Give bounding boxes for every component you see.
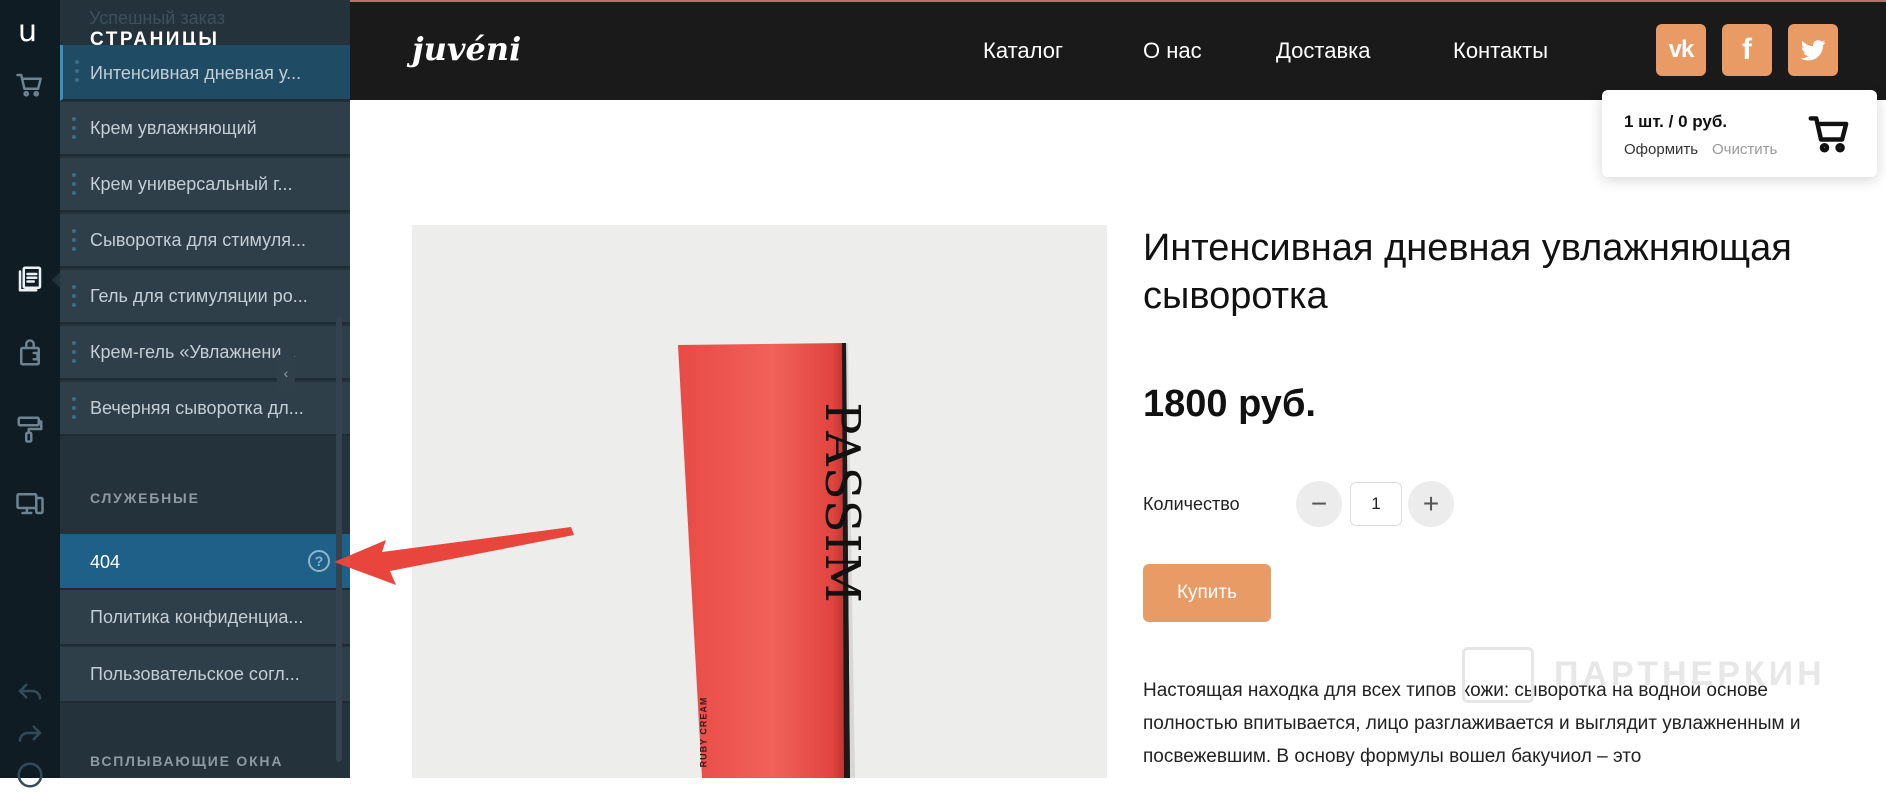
drag-handle-icon[interactable] — [72, 229, 76, 251]
devices-icon[interactable] — [13, 486, 47, 520]
watermark-logo-icon — [1462, 647, 1534, 703]
nav-link-about[interactable]: О нас — [1143, 38, 1202, 64]
nav-link-delivery[interactable]: Доставка — [1276, 38, 1370, 64]
pages-panel: Успешный заказ СТРАНИЦЫ Интенсивная днев… — [60, 0, 350, 778]
design-roller-icon[interactable] — [13, 412, 47, 446]
drag-handle-icon[interactable] — [72, 397, 76, 419]
page-item[interactable]: Интенсивная дневная у... — [60, 45, 350, 101]
facebook-glyph: f — [1742, 33, 1752, 66]
cart-icon[interactable] — [1808, 112, 1852, 156]
product-title: Интенсивная дневная увлажняющая сыворотк… — [1143, 227, 1792, 317]
popups-heading: ВСПЛЫВАЮЩИЕ ОКНА — [90, 753, 284, 769]
drag-handle-icon[interactable] — [72, 173, 76, 195]
page-item-label: Политика конфиденциа... — [90, 607, 304, 627]
vk-glyph: vk — [1668, 36, 1695, 63]
page-item-label: Вечерняя сыворотка дл... — [90, 398, 304, 418]
quantity-label: Количество — [1143, 494, 1240, 514]
page-item[interactable]: Сыворотка для стимуля... — [60, 214, 350, 268]
page-item-privacy[interactable]: Политика конфиденциа... — [60, 590, 350, 646]
page-item-label: Крем универсальный г... — [90, 174, 293, 194]
page-item-404[interactable]: 404 ? — [60, 534, 350, 590]
cart-checkout-link[interactable]: Оформить — [1624, 141, 1698, 158]
editor-icon-rail: u — [0, 0, 60, 788]
page-item-label: Пользовательское согл... — [90, 664, 300, 684]
redo-icon[interactable] — [13, 716, 47, 750]
page-item-label: Гель для стимуляции ро... — [90, 286, 308, 306]
collapse-panel-chevron-icon[interactable]: ‹ — [277, 355, 295, 391]
service-pages-heading: СЛУЖЕБНЫЕ — [90, 490, 200, 506]
tube-brand-text: PASSIM — [814, 402, 870, 604]
drag-handle-icon[interactable] — [75, 60, 79, 82]
cart-icon[interactable] — [13, 68, 47, 102]
page-item-label: 404 — [90, 552, 121, 572]
twitter-icon[interactable] — [1788, 24, 1838, 76]
page-item-success-order[interactable]: Успешный заказ — [89, 8, 225, 29]
product-tube-illustration — [678, 343, 855, 778]
page-item[interactable]: Вечерняя сыворотка дл... — [60, 382, 350, 436]
watermark: ПАРТНЕРКИН — [1462, 645, 1862, 705]
page-item[interactable]: Крем увлажняющий — [60, 102, 350, 156]
page-item-terms[interactable]: Пользовательское согл... — [60, 647, 350, 703]
brand-logo[interactable]: juvéni — [412, 30, 521, 68]
drag-handle-icon[interactable] — [72, 117, 76, 139]
nav-link-contacts[interactable]: Контакты — [1453, 38, 1548, 64]
active-section-pointer — [52, 272, 60, 288]
facebook-icon[interactable]: f — [1722, 24, 1772, 76]
page-item-label: Интенсивная дневная у... — [90, 63, 302, 83]
help-icon[interactable] — [13, 758, 47, 792]
cart-clear-link[interactable]: Очистить — [1712, 141, 1777, 158]
cart-widget: 1 шт. / 0 руб. Оформить Очистить — [1602, 90, 1877, 177]
quantity-input[interactable]: 1 — [1350, 482, 1402, 526]
quantity-plus-button[interactable]: + — [1408, 481, 1454, 527]
page-item-label: Крем увлажняющий — [90, 118, 257, 138]
help-circle-icon[interactable]: ? — [308, 550, 330, 572]
product-image[interactable]: PASSIM RUBY CREAM — [412, 225, 1107, 778]
page-item[interactable]: Крем-гель «Увлажнени... — [60, 326, 350, 380]
page-item[interactable]: Крем универсальный г... — [60, 158, 350, 212]
buy-button[interactable]: Купить — [1143, 564, 1271, 622]
site-header: juvéni Каталог О нас Доставка Контакты v… — [350, 0, 1886, 100]
quantity-minus-button[interactable]: − — [1296, 481, 1342, 527]
annotation-arrow — [334, 527, 574, 585]
product-price: 1800 руб. — [1143, 383, 1316, 425]
page-item-label: Крем-гель «Увлажнени... — [90, 342, 297, 362]
page-item-label: Сыворотка для стимуля... — [90, 230, 306, 250]
drag-handle-icon[interactable] — [72, 285, 76, 307]
watermark-text: ПАРТНЕРКИН — [1554, 655, 1826, 693]
editor-logo: u — [18, 14, 38, 49]
tube-product-label: RUBY CREAM — [698, 696, 709, 768]
store-icon[interactable] — [13, 336, 47, 370]
page-item[interactable]: Гель для стимуляции ро... — [60, 270, 350, 324]
pages-icon[interactable] — [13, 262, 47, 296]
nav-link-catalog[interactable]: Каталог — [983, 38, 1063, 64]
vk-icon[interactable]: vk — [1656, 24, 1706, 76]
undo-icon[interactable] — [13, 674, 47, 708]
cart-summary: 1 шт. / 0 руб. — [1624, 112, 1728, 131]
drag-handle-icon[interactable] — [72, 341, 76, 363]
